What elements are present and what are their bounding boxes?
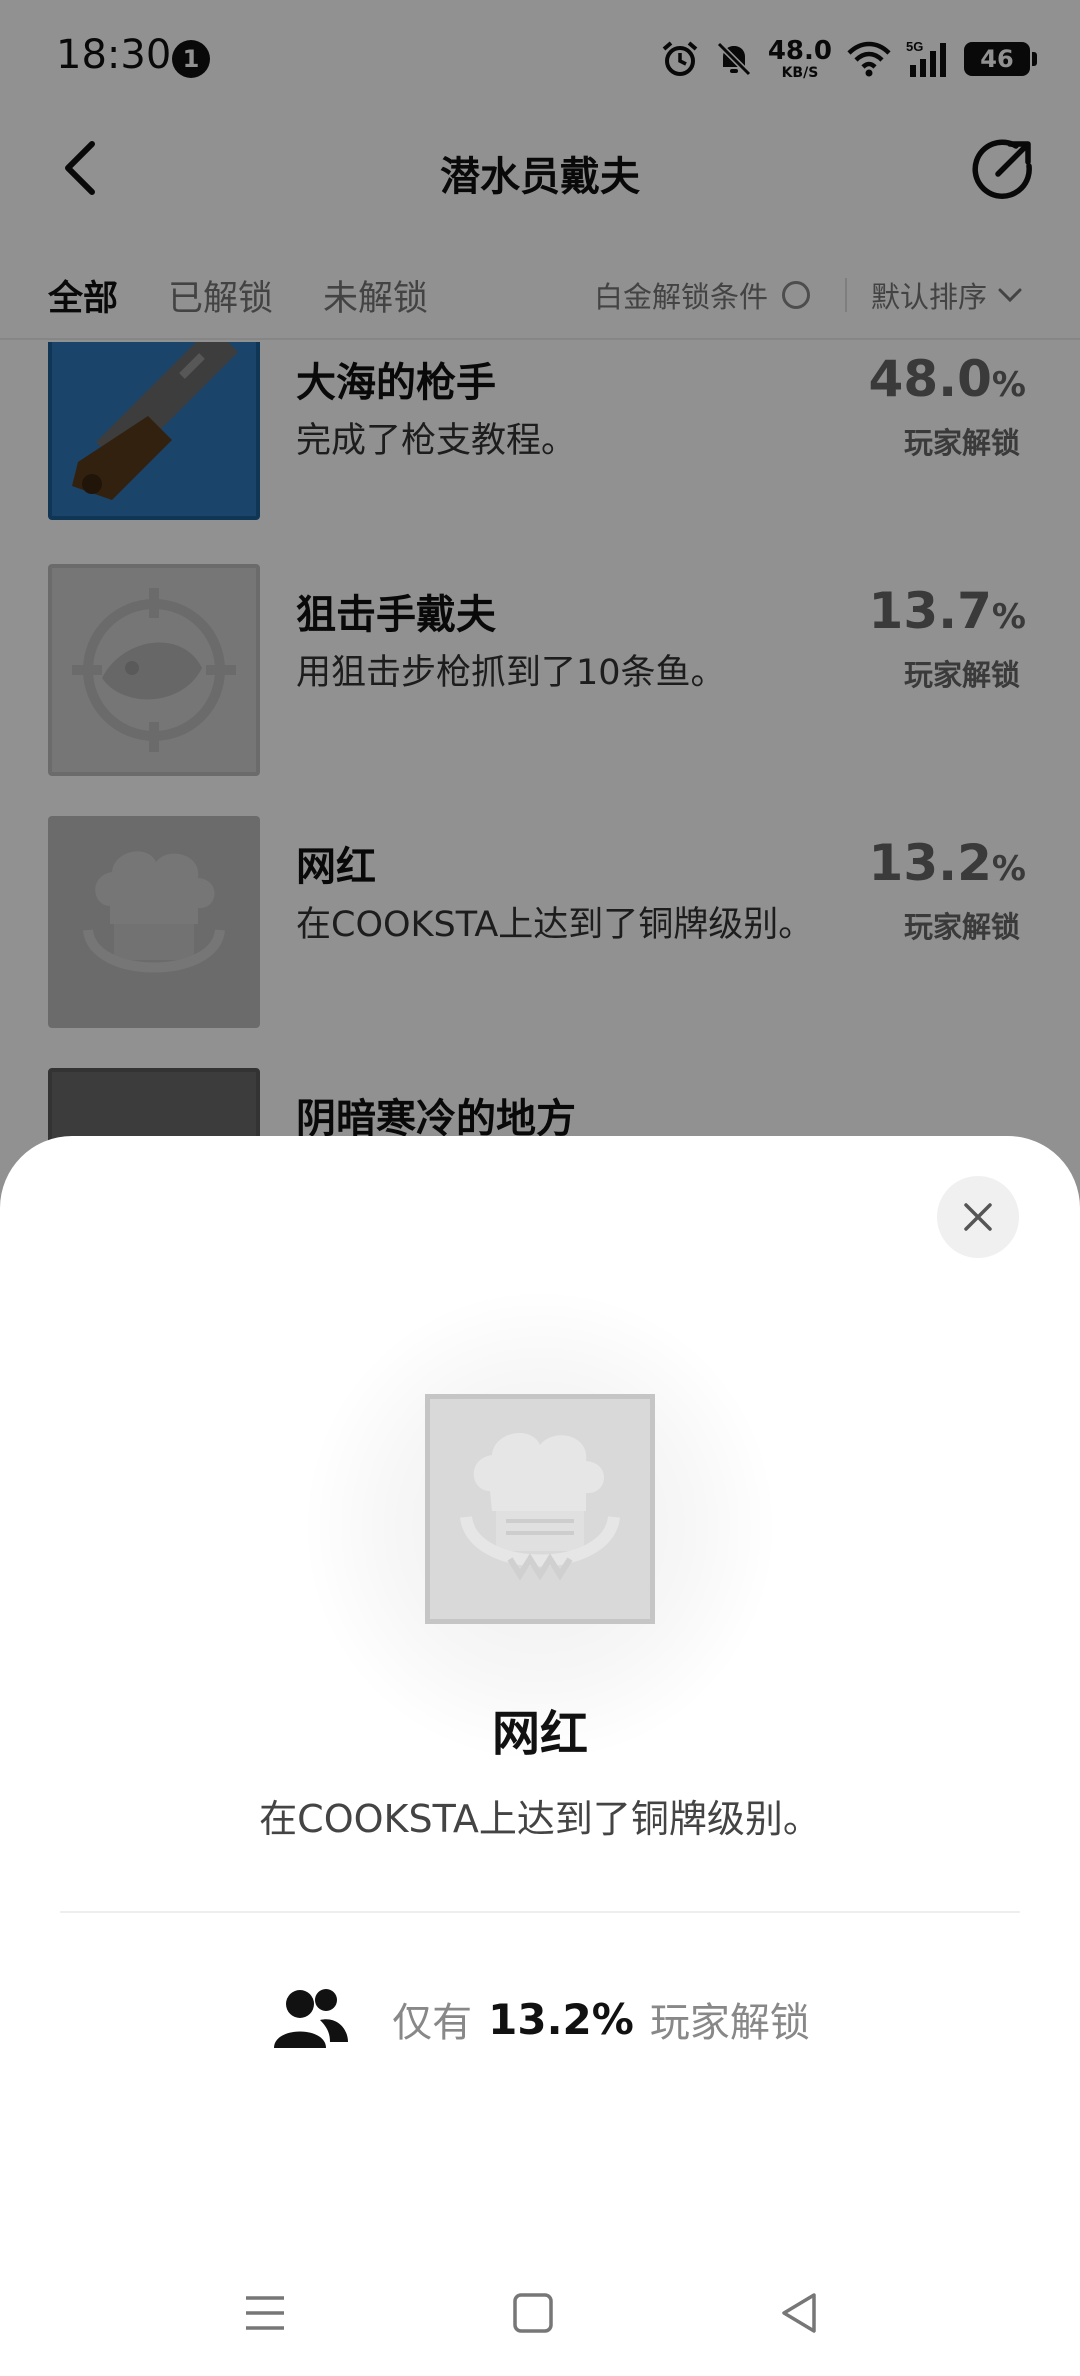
close-icon xyxy=(964,1203,992,1231)
back-triangle-icon[interactable] xyxy=(776,2290,822,2336)
home-square-icon[interactable] xyxy=(510,2290,556,2336)
achievement-detail-sheet: 网红 在COOKSTA上达到了铜牌级别。 仅有 13.2% 玩家解锁 xyxy=(0,1136,1080,2376)
menu-icon[interactable] xyxy=(242,2290,288,2336)
unlock-stats: 仅有 13.2% 玩家解锁 xyxy=(0,1984,1080,2054)
stats-prefix: 仅有 xyxy=(392,2000,473,2046)
people-icon xyxy=(274,1989,349,2048)
sheet-title: 网红 xyxy=(491,1706,588,1762)
stats-value: 13.2% xyxy=(488,1994,634,2044)
stats-suffix: 玩家解锁 xyxy=(649,2000,810,2046)
sheet-divider xyxy=(60,1911,1020,1913)
sheet-description: 在COOKSTA上达到了铜牌级别。 xyxy=(259,1797,821,1841)
close-button[interactable] xyxy=(937,1176,1019,1258)
system-nav-bar xyxy=(0,2250,1080,2376)
chef-hat-icon xyxy=(425,1394,655,1624)
